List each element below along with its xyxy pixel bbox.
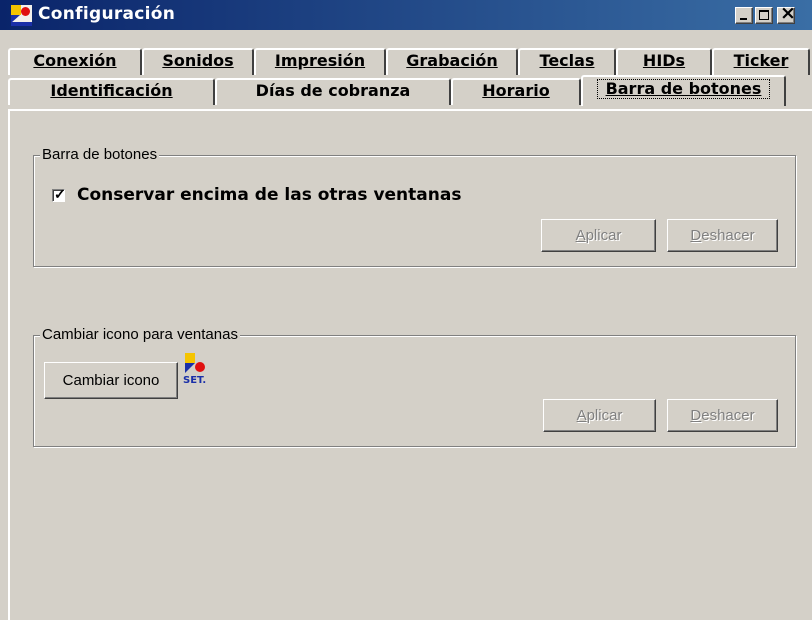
tab-impresion[interactable]: Impresión xyxy=(254,48,386,75)
keep-on-top-label[interactable]: Conservar encima de las otras ventanas xyxy=(77,185,461,205)
toolbar-apply-button[interactable]: Aplicar xyxy=(541,219,656,252)
minimize-button[interactable] xyxy=(735,7,753,24)
tab-barra-de-botones[interactable]: Barra de botones xyxy=(581,75,786,106)
checkmark-icon: ✓ xyxy=(54,186,66,202)
set-logo-text: SET. xyxy=(183,375,206,385)
tab-row-1: Conexión Sonidos Impresión Grabación Tec… xyxy=(8,48,810,75)
title-bar[interactable]: Configuración xyxy=(0,0,812,30)
keep-on-top-checkbox[interactable]: ✓ xyxy=(52,186,66,202)
app-icon[interactable] xyxy=(11,5,32,26)
tab-hids[interactable]: HIDs xyxy=(616,48,712,75)
window-title: Configuración xyxy=(38,4,176,24)
icon-apply-button[interactable]: Aplicar xyxy=(543,399,656,432)
maximize-button[interactable] xyxy=(755,7,773,24)
tab-horario[interactable]: Horario xyxy=(451,78,581,105)
icon-undo-button[interactable]: Deshacer xyxy=(667,399,778,432)
tab-sonidos[interactable]: Sonidos xyxy=(142,48,254,75)
close-button[interactable] xyxy=(777,4,796,24)
tab-identificacion[interactable]: Identificación xyxy=(8,78,215,105)
tab-row-2: Identificación Días de cobranza Horario … xyxy=(8,75,786,106)
tab-grabacion[interactable]: Grabación xyxy=(386,48,518,75)
set-logo-icon: SET. xyxy=(183,353,206,385)
tab-dias-de-cobranza[interactable]: Días de cobranza xyxy=(215,78,451,105)
icon-group-legend: Cambiar icono para ventanas xyxy=(40,326,240,343)
tab-teclas[interactable]: Teclas xyxy=(518,48,616,75)
change-icon-button[interactable]: Cambiar icono xyxy=(44,362,178,399)
tab-conexion[interactable]: Conexión xyxy=(8,48,142,75)
toolbar-group-legend: Barra de botones xyxy=(40,146,160,163)
toolbar-undo-button[interactable]: Deshacer xyxy=(667,219,778,252)
tab-ticker[interactable]: Ticker xyxy=(712,48,810,75)
